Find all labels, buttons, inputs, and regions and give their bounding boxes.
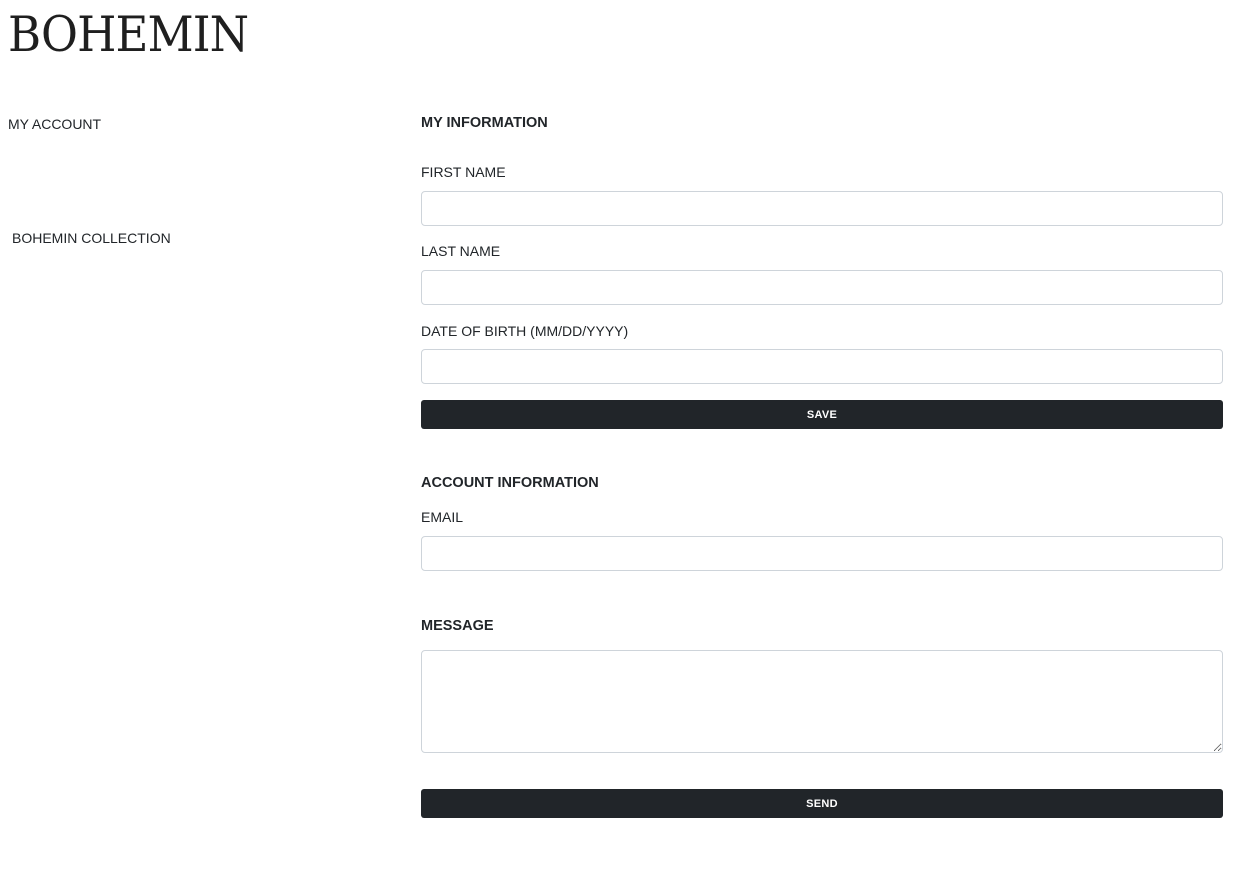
account-information-heading: ACCOUNT INFORMATION — [421, 475, 599, 491]
send-button[interactable]: SEND — [421, 789, 1223, 818]
first-name-input[interactable] — [421, 191, 1223, 226]
date-of-birth-label: DATE OF BIRTH (MM/DD/YYYY) — [421, 323, 629, 339]
sidebar-item-bohemin-collection[interactable]: BOHEMIN COLLECTION — [12, 230, 171, 246]
email-label: EMAIL — [421, 509, 464, 525]
date-of-birth-input[interactable] — [421, 349, 1223, 384]
save-button[interactable]: SAVE — [421, 400, 1223, 429]
first-name-label: FIRST NAME — [421, 164, 506, 180]
last-name-input[interactable] — [421, 270, 1223, 305]
message-heading: MESSAGE — [421, 618, 494, 634]
message-textarea[interactable] — [421, 650, 1223, 753]
email-input[interactable] — [421, 536, 1223, 571]
my-information-heading: MY INFORMATION — [421, 115, 548, 131]
brand-logo[interactable]: BOHEMIN — [8, 6, 249, 64]
account-page: BOHEMIN MY ACCOUNT BOHEMIN COLLECTION MY… — [0, 0, 1241, 895]
last-name-label: LAST NAME — [421, 243, 501, 259]
sidebar-item-my-account[interactable]: MY ACCOUNT — [8, 116, 101, 132]
